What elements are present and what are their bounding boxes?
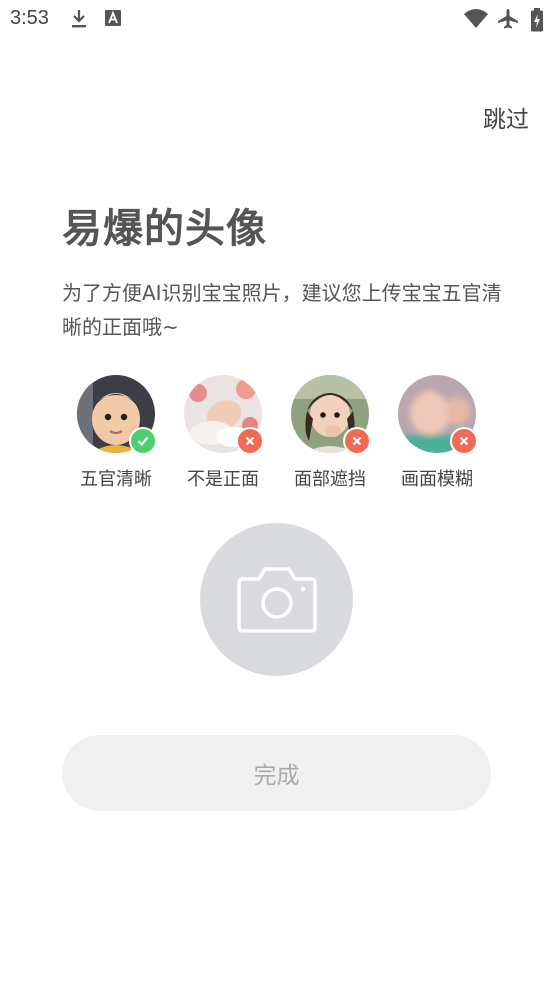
battery-icon — [530, 8, 544, 36]
wifi-icon — [463, 8, 489, 34]
example-label-not-frontal: 不是正面 — [187, 469, 259, 490]
camera-upload-button[interactable] — [200, 523, 353, 676]
download-icon — [70, 8, 88, 34]
example-label-face-blocked: 面部遮挡 — [294, 469, 366, 490]
example-avatars: 五官清晰 不是正面 面部遮挡 画面模糊 — [62, 375, 492, 495]
example-label-clear: 五官清晰 — [80, 469, 152, 490]
close-icon — [236, 427, 264, 455]
camera-icon — [237, 561, 317, 639]
check-icon — [129, 427, 157, 455]
font-icon — [104, 8, 122, 32]
skip-button[interactable]: 跳过 — [483, 100, 529, 134]
example-item-face-blocked: 面部遮挡 — [276, 375, 384, 491]
example-label-blurry: 画面模糊 — [401, 469, 473, 490]
close-icon — [343, 427, 371, 455]
status-bar: 3:53 — [0, 0, 553, 38]
page-title: 易爆的头像 — [62, 206, 267, 252]
page-description: 为了方便AI识别宝宝照片，建议您上传宝宝五官清晰的正面哦~ — [62, 281, 502, 339]
close-icon — [450, 427, 478, 455]
example-item-blurry: 画面模糊 — [383, 375, 491, 491]
airplane-icon — [497, 8, 519, 34]
example-item-not-frontal: 不是正面 — [169, 375, 277, 491]
status-time: 3:53 — [10, 7, 49, 29]
example-item-clear: 五官清晰 — [62, 375, 170, 491]
done-button[interactable]: 完成 — [62, 735, 491, 811]
